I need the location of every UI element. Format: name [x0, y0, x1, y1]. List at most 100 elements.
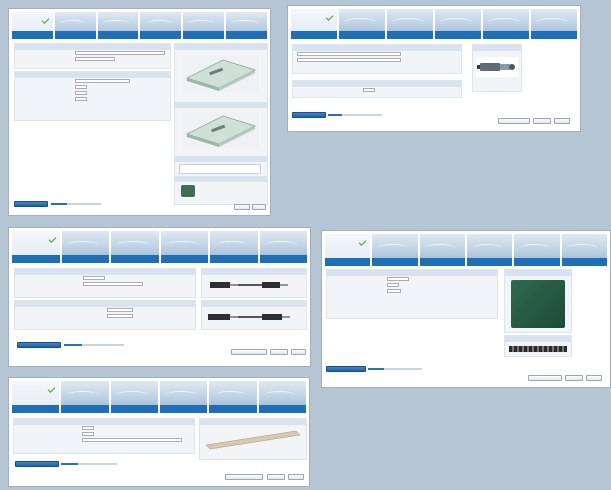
- select-field[interactable]: [107, 314, 133, 318]
- step-tab-4[interactable]: [435, 9, 481, 39]
- step-tabs: [291, 9, 577, 39]
- step-tab-5[interactable]: [209, 381, 257, 413]
- step-tab-1[interactable]: [12, 381, 60, 413]
- step-tab-4[interactable]: [466, 234, 513, 266]
- next-button[interactable]: [288, 474, 304, 480]
- checkmark-icon: [48, 235, 56, 243]
- input-field[interactable]: [387, 289, 401, 293]
- connector-row: [15, 313, 195, 319]
- section-header: [505, 336, 571, 342]
- step-tab-3[interactable]: [387, 9, 433, 39]
- progress-bar: [61, 463, 117, 465]
- quantity-row: [293, 87, 461, 93]
- checkmark-icon: [47, 385, 56, 393]
- back-button[interactable]: [270, 349, 288, 355]
- step-tabs: [12, 381, 306, 413]
- back-button[interactable]: [533, 118, 551, 124]
- step-tab-5[interactable]: [183, 12, 225, 39]
- step-tab-2[interactable]: [54, 12, 96, 39]
- preview-section: [199, 418, 307, 460]
- step-tab-3[interactable]: [97, 12, 139, 39]
- connector-b-preview: [201, 300, 307, 330]
- back-button[interactable]: [234, 204, 250, 210]
- primary-action-button[interactable]: [292, 112, 326, 118]
- next-button[interactable]: [291, 349, 306, 355]
- select-field[interactable]: [297, 52, 401, 56]
- next-button[interactable]: [586, 375, 602, 381]
- step-tab-3[interactable]: [111, 231, 159, 263]
- configurator-window-4: [321, 230, 611, 388]
- primary-action-button[interactable]: [326, 366, 366, 372]
- section-header: [175, 176, 267, 182]
- step-tab-6[interactable]: [561, 234, 607, 266]
- section-header: [202, 301, 306, 307]
- select-field[interactable]: [75, 57, 115, 61]
- board-preview: [504, 269, 572, 333]
- input-field[interactable]: [82, 432, 94, 436]
- section-header: [175, 102, 267, 108]
- step-tab-1[interactable]: [12, 231, 60, 263]
- option-row: [327, 288, 497, 294]
- primary-action-button[interactable]: [14, 201, 48, 207]
- step-tab-3[interactable]: [110, 381, 158, 413]
- step-tab-2[interactable]: [61, 381, 109, 413]
- select-field[interactable]: [83, 282, 143, 286]
- step-tab-1[interactable]: [325, 234, 371, 266]
- preview-section: [174, 43, 268, 205]
- finish-button[interactable]: [231, 349, 267, 355]
- section-header: [175, 156, 267, 162]
- step-tab-3[interactable]: [419, 234, 465, 266]
- step-tab-2[interactable]: [339, 9, 385, 39]
- input-field[interactable]: [75, 97, 87, 101]
- section-header: [175, 44, 267, 50]
- select-field[interactable]: [107, 308, 133, 312]
- step-tab-6[interactable]: [226, 12, 267, 39]
- strip-preview: [504, 335, 572, 357]
- step-tab-2[interactable]: [372, 234, 418, 266]
- input-field[interactable]: [387, 277, 409, 281]
- step-tab-1[interactable]: [291, 9, 337, 39]
- step-tab-6[interactable]: [259, 231, 307, 263]
- step-tab-5[interactable]: [483, 9, 529, 39]
- step-tab-5[interactable]: [514, 234, 560, 266]
- back-button[interactable]: [267, 474, 285, 480]
- select-field[interactable]: [82, 438, 182, 442]
- step-tab-4[interactable]: [160, 231, 208, 263]
- primary-action-button[interactable]: [17, 342, 61, 348]
- preview-section: [472, 44, 522, 92]
- step-tab-4[interactable]: [159, 381, 208, 413]
- back-button[interactable]: [565, 375, 583, 381]
- input-field[interactable]: [387, 283, 399, 287]
- input-field[interactable]: [75, 79, 130, 83]
- step-tab-5[interactable]: [210, 231, 258, 263]
- input-field[interactable]: [363, 88, 375, 92]
- next-button[interactable]: [554, 118, 570, 124]
- select-field[interactable]: [297, 58, 401, 62]
- finish-button[interactable]: [498, 118, 530, 124]
- primary-action-button[interactable]: [15, 461, 59, 467]
- configurator-window-2: [287, 5, 581, 132]
- section-header: [200, 419, 306, 425]
- input-field[interactable]: [83, 276, 105, 280]
- finish-button[interactable]: [528, 375, 562, 381]
- step-tab-2[interactable]: [61, 231, 109, 263]
- input-field[interactable]: [75, 91, 87, 95]
- step-tab-4[interactable]: [140, 12, 182, 39]
- checkmark-icon: [41, 16, 50, 24]
- finish-button[interactable]: [225, 474, 263, 480]
- cable-row: [15, 281, 195, 287]
- input-field[interactable]: [75, 85, 87, 89]
- option-row: [293, 57, 461, 63]
- step-tab-6[interactable]: [258, 381, 306, 413]
- connector-strip-image: [509, 346, 567, 352]
- option-row: [14, 437, 194, 443]
- step-tabs: [325, 234, 607, 266]
- select-field[interactable]: [75, 51, 165, 55]
- step-tab-1[interactable]: [12, 12, 53, 39]
- dimensions-section: [14, 71, 171, 121]
- next-button[interactable]: [252, 204, 266, 210]
- input-field[interactable]: [82, 426, 94, 430]
- step-tabs: [12, 231, 307, 263]
- checkmark-icon: [325, 13, 334, 21]
- step-tab-6[interactable]: [531, 9, 577, 39]
